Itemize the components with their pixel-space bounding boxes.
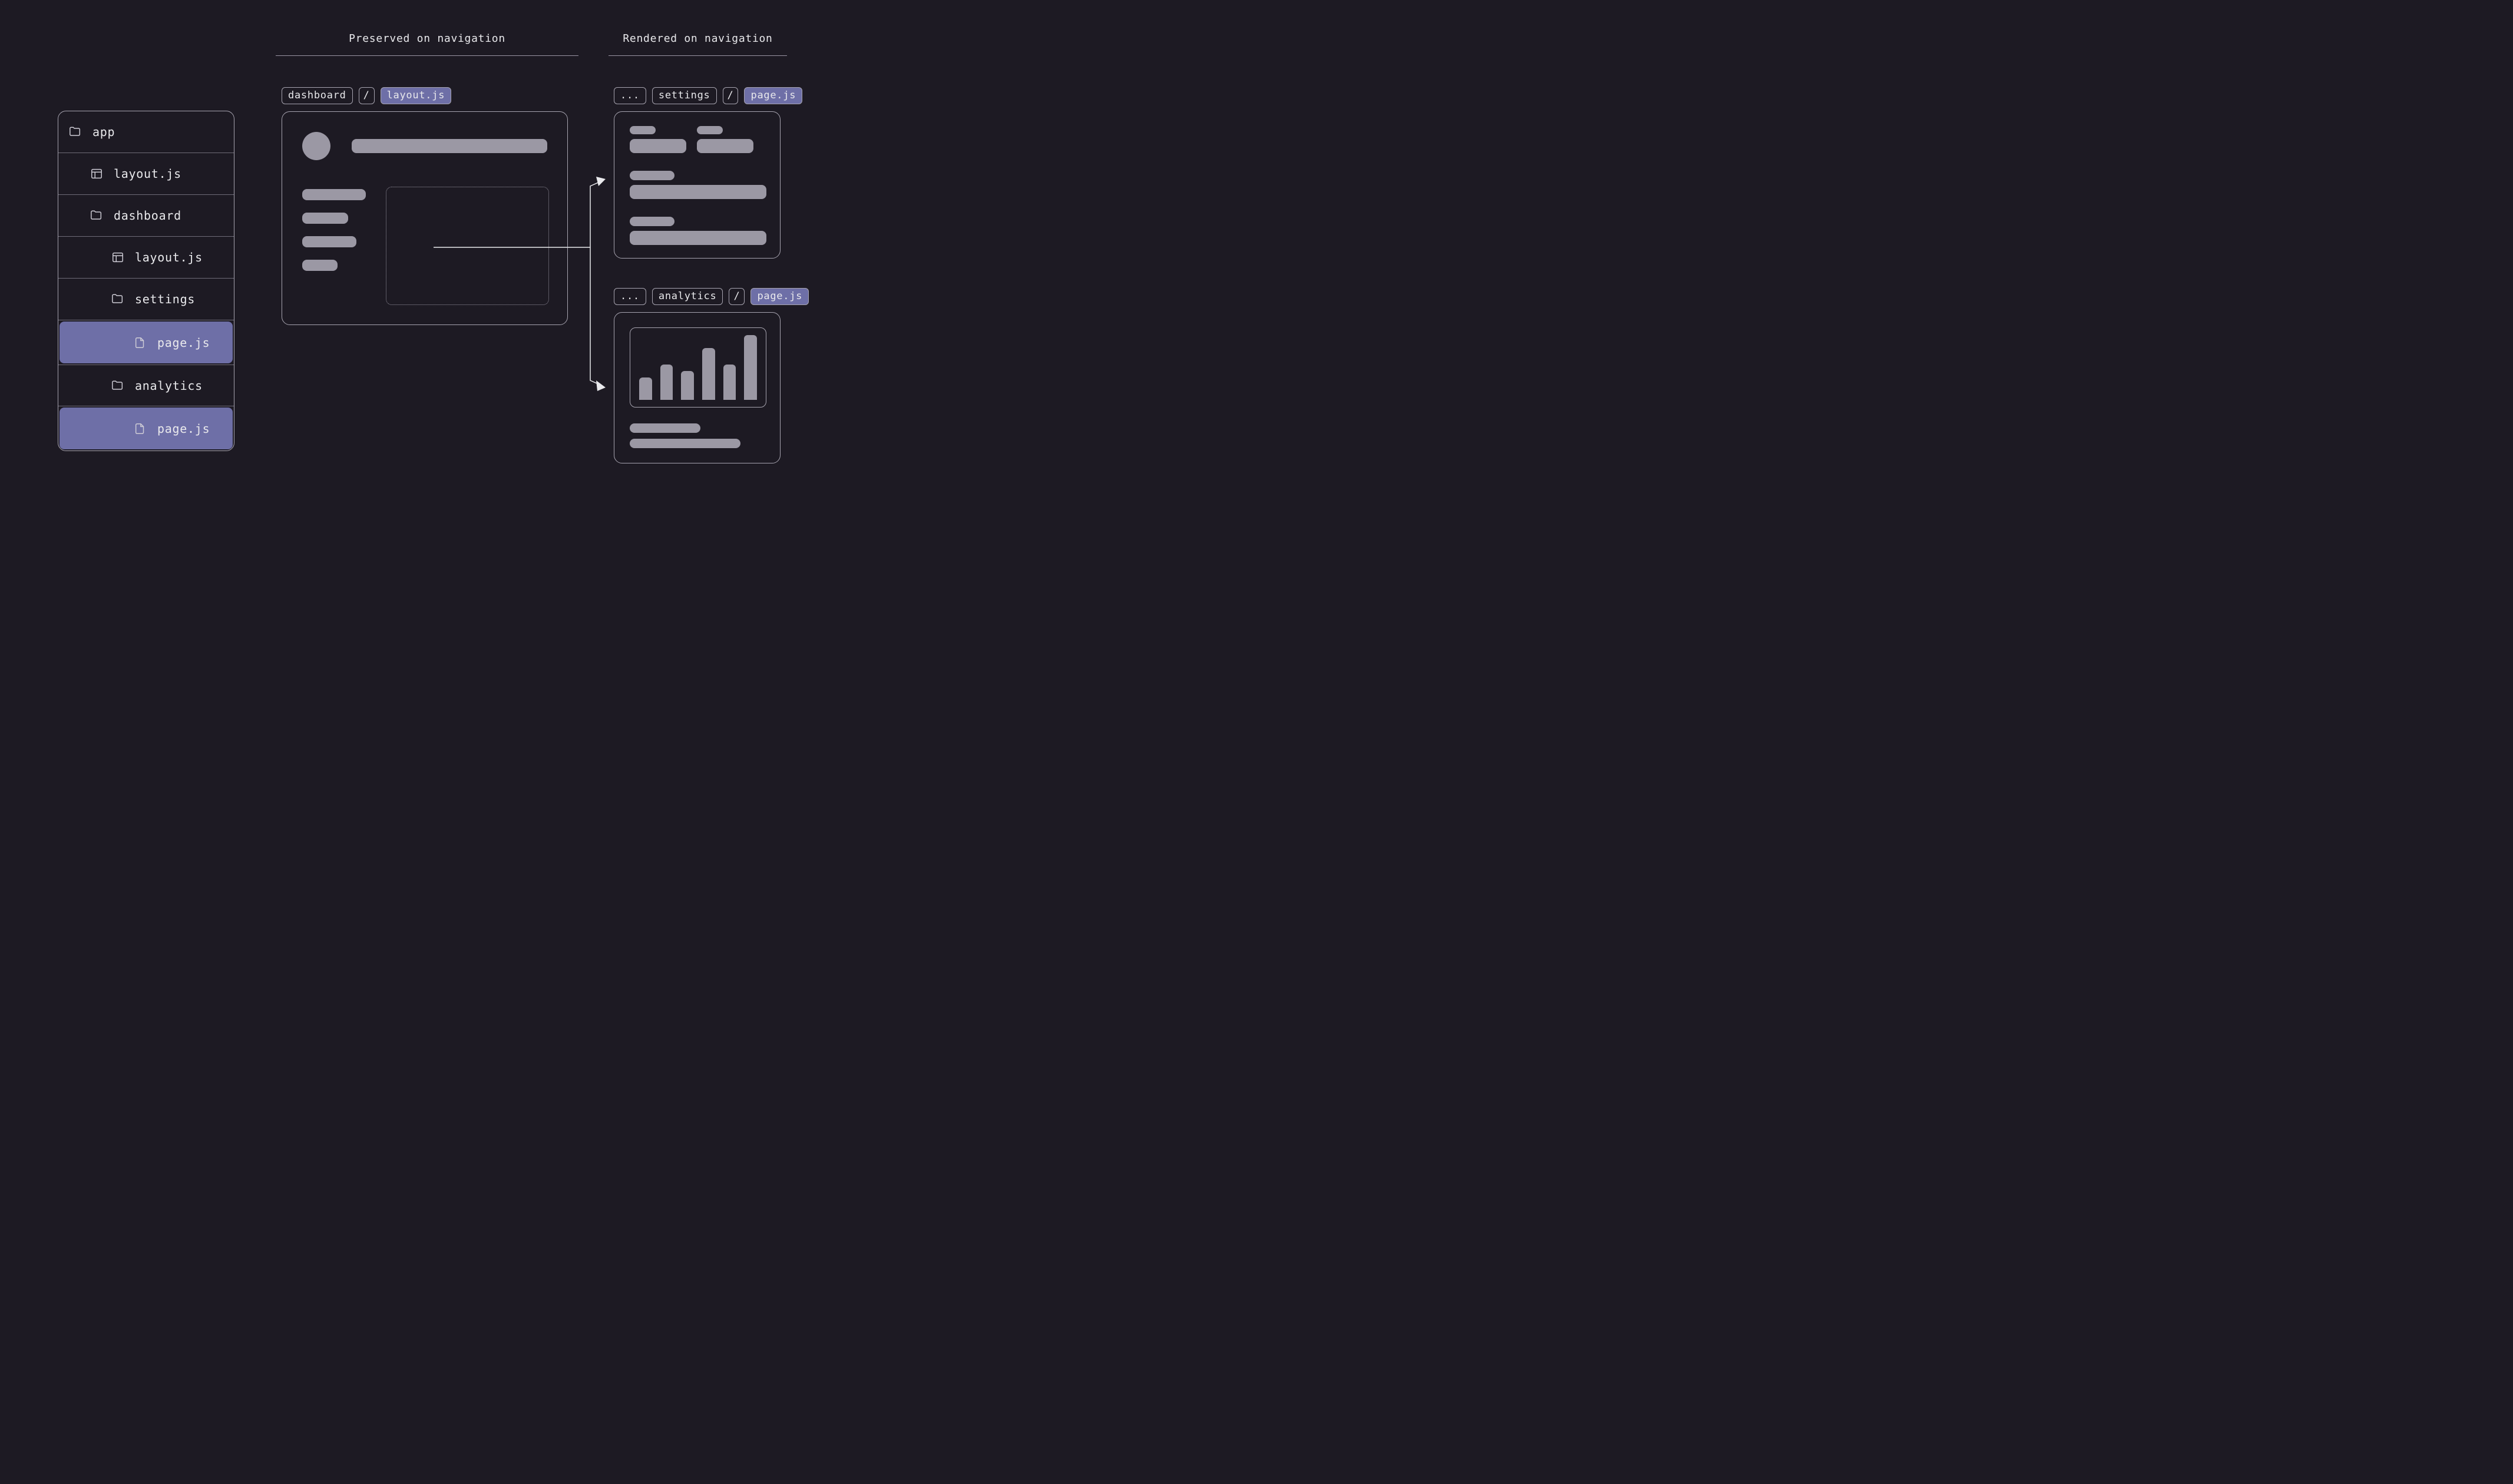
chart-bar [723, 365, 736, 400]
breadcrumb-separator: / [359, 87, 375, 104]
breadcrumb-segment: layout.js [381, 87, 452, 104]
breadcrumb-segment: page.js [750, 288, 809, 305]
content-placeholder [630, 171, 674, 180]
breadcrumb-segment: settings [652, 87, 717, 104]
layout-icon [90, 167, 103, 180]
tree-row-label: settings [135, 292, 195, 306]
breadcrumbs-settings: ... settings / page.js [614, 87, 802, 104]
content-placeholder [630, 126, 656, 134]
section-rule [609, 55, 787, 56]
breadcrumbs-layout: dashboard / layout.js [282, 87, 451, 104]
layout-nav-placeholder [302, 236, 356, 247]
content-placeholder [630, 423, 700, 433]
section-header-rendered: Rendered on navigation [609, 32, 787, 56]
folder-icon [111, 379, 124, 392]
tree-row-label: layout.js [114, 167, 181, 181]
tree-row-layout-js[interactable]: layout.js [58, 153, 234, 195]
file-icon [134, 336, 147, 349]
file-icon [134, 422, 147, 435]
section-title: Preserved on navigation [349, 32, 505, 45]
section-title: Rendered on navigation [623, 32, 772, 45]
panel-analytics-preview [614, 312, 781, 463]
folder-icon [69, 125, 82, 138]
layout-avatar-placeholder [302, 132, 330, 160]
tree-row-page-js[interactable]: page.js [59, 408, 233, 449]
chart-bar [660, 365, 673, 400]
panel-layout-preview [282, 111, 568, 325]
chart-bar [639, 377, 652, 400]
tree-row-label: layout.js [135, 250, 203, 264]
section-rule [276, 55, 578, 56]
layout-nav-placeholder [302, 189, 366, 200]
breadcrumb-segment: page.js [744, 87, 802, 104]
tree-row-analytics[interactable]: analytics [58, 365, 234, 406]
content-placeholder [697, 139, 753, 153]
layout-children-slot [386, 187, 549, 305]
tree-row-layout-js[interactable]: layout.js [58, 237, 234, 279]
breadcrumb-separator: / [729, 288, 745, 305]
tree-row-label: page.js [157, 336, 210, 350]
content-placeholder [630, 217, 674, 226]
tree-row-settings[interactable]: settings [58, 279, 234, 320]
layout-nav-placeholder [302, 213, 348, 224]
tree-row-dashboard[interactable]: dashboard [58, 195, 234, 237]
content-placeholder [630, 231, 766, 245]
tree-row-label: analytics [135, 379, 203, 393]
breadcrumb-segment: ... [614, 288, 646, 305]
layout-icon [111, 251, 124, 264]
file-tree: app layout.js dashboard layout.js settings pa… [58, 111, 234, 451]
breadcrumb-segment: analytics [652, 288, 723, 305]
chart-bar [702, 348, 715, 400]
panel-settings-preview [614, 111, 781, 259]
content-placeholder [630, 439, 740, 448]
tree-row-label: app [92, 125, 115, 139]
breadcrumb-separator: / [723, 87, 739, 104]
breadcrumb-segment: ... [614, 87, 646, 104]
folder-icon [111, 293, 124, 306]
content-placeholder [697, 126, 723, 134]
section-header-preserved: Preserved on navigation [276, 32, 578, 56]
layout-title-placeholder [352, 139, 547, 153]
layout-nav-placeholder [302, 260, 338, 271]
analytics-chart [630, 327, 766, 408]
breadcrumb-segment: dashboard [282, 87, 353, 104]
tree-row-page-js[interactable]: page.js [59, 322, 233, 363]
tree-row-label: page.js [157, 422, 210, 436]
content-placeholder [630, 139, 686, 153]
tree-row-label: dashboard [114, 208, 181, 223]
folder-icon [90, 209, 103, 222]
content-placeholder [630, 185, 766, 199]
chart-bar [744, 335, 757, 400]
breadcrumbs-analytics: ... analytics / page.js [614, 288, 809, 305]
tree-row-app[interactable]: app [58, 111, 234, 153]
chart-bar [681, 371, 694, 400]
